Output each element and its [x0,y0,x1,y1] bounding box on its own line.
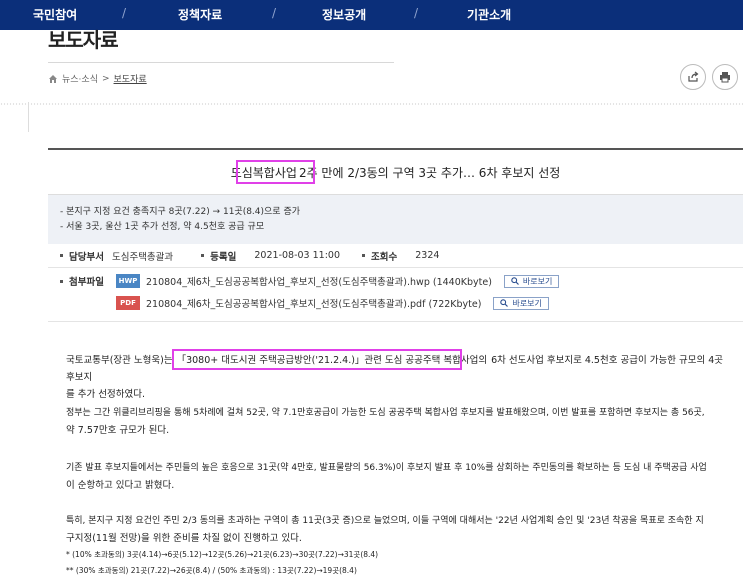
dept-value: 도심주택총괄과 [111,251,174,263]
preview-button[interactable]: 바로보기 [503,274,560,288]
body-text: 국토교통부(장관 노형욱)는 [66,355,173,366]
preview-button[interactable]: 바로보기 [493,296,549,310]
article-meta: 담당부서 도심주택총괄과 등록일 2021-08-03 11:00 조회수 23… [48,244,743,268]
body-paragraph-4: 특히, 본지구 지정 요건인 주민 2/3 동의를 초과하는 구역이 총 11곳… [66,513,730,547]
highlight-box-body [172,349,462,370]
share-icon [688,71,699,82]
body-paragraph-3: 기존 발표 후보지들에서는 주민들의 높은 호응으로 31곳(약 4만호, 발표… [66,460,730,494]
highlight-box-title [236,160,315,184]
breadcrumb-current[interactable]: 보도자료 [114,72,147,85]
breadcrumb-separator: > [101,73,110,84]
article-title: 도심복합사업 2주 만에 2/3동의 구역 3곳 추가… 6차 후보지 선정 [48,150,743,194]
article-summary: - 본지구 지정 요건 충족지구 8곳(7.22) → 11곳(8.4)으로 증… [48,194,743,244]
preview-button-label: 바로보기 [512,298,542,308]
section-divider [0,103,743,105]
preview-button-label: 바로보기 [522,276,553,286]
body-text: 약 7.57만호 규모가 된다. [66,425,170,436]
bullet-icon [362,254,365,257]
nav-item-about[interactable]: 기관소개 [467,6,511,23]
nav-separator: / [122,6,127,20]
footnote: ** (30% 초과동의) 21곳(7.22)→26곳(8.4) / (50% … [66,566,357,575]
nav-separator: / [272,6,277,20]
body-text: 를 추가 선정하였다. [66,389,145,400]
bullet-icon [60,279,63,283]
print-button[interactable] [712,64,738,90]
body-text: 구지정(11월 전망)을 위한 준비를 차질 없이 진행하고 있다. [66,533,302,544]
printer-icon [720,72,730,83]
title-rest-text: 2주 만에 2/3동의 구역 3곳 추가… 6차 후보지 선정 [298,165,561,180]
dept-label: 담당부서 [69,251,104,263]
body-text: 특히, 본지구 지정 요건인 주민 2/3 동의를 초과하는 구역이 총 11곳… [66,516,704,526]
nav-separator: / [414,6,419,20]
article-box: 도심복합사업 2주 만에 2/3동의 구역 3곳 추가… 6차 후보지 선정 - … [48,148,743,322]
body-text: 기존 발표 후보지들에서는 주민들의 높은 호응으로 31곳(약 4만호, 발표… [66,463,707,473]
nav-item-participation[interactable]: 국민참여 [33,6,77,23]
bullet-icon [201,254,205,257]
footnote: * (10% 초과동의) 3곳(4.14)→6곳(5.12)→12곳(5.26)… [66,550,379,559]
date-label: 등록일 [210,251,237,263]
pdf-file-icon: PDF [116,296,140,310]
magnifier-icon [511,277,519,285]
views-label: 조회수 [371,251,398,263]
date-value: 2021-08-03 11:00 [254,250,340,261]
breadcrumb-section[interactable]: 뉴스·소식 [62,72,98,85]
summary-line: - 본지구 지정 요건 충족지구 8곳(7.22) → 11곳(8.4)으로 증… [60,207,301,217]
hwp-file-icon: HWP [116,274,140,288]
attachments-label: 첨부파일 [69,277,104,288]
body-text: 정부는 그간 위클리브리핑을 통해 5차례에 걸쳐 52곳, 약 7.1만호공급… [66,408,705,418]
left-divider [28,102,29,132]
title-divider [48,62,394,63]
views-value: 2324 [415,250,440,261]
page-title: 보도자료 [48,28,119,52]
attachment-row: PDF 210804_제6차_도심공공복합사업_후보지_선정(도심주택총괄과).… [116,296,549,310]
nav-item-disclosure[interactable]: 정보공개 [322,6,366,23]
nav-item-policy[interactable]: 정책자료 [178,6,222,23]
share-button[interactable] [680,64,706,90]
attachments: 첨부파일 HWP 210804_제6차_도심공공복합사업_후보지_선정(도심주택… [48,268,743,322]
home-icon[interactable] [48,74,58,84]
summary-line: - 서울 3곳, 울산 1곳 추가 선정, 약 4.5천호 공급 규모 [60,222,265,232]
magnifier-icon [500,299,509,307]
attachment-row: HWP 210804_제6차_도심공공복합사업_후보지_선정(도심주택총괄과).… [116,274,560,288]
attachment-link[interactable]: 210804_제6차_도심공공복합사업_후보지_선정(도심주택총괄과).hwp … [146,274,492,288]
body-text: 이 순항하고 있다고 밝혔다. [66,480,175,491]
attachment-link[interactable]: 210804_제6차_도심공공복합사업_후보지_선정(도심주택총괄과).pdf … [146,296,481,310]
bullet-icon [60,254,63,257]
breadcrumb: 뉴스·소식 > 보도자료 [48,72,147,85]
body-paragraph-2: 정부는 그간 위클리브리핑을 통해 5차례에 걸쳐 52곳, 약 7.1만호공급… [66,405,730,439]
